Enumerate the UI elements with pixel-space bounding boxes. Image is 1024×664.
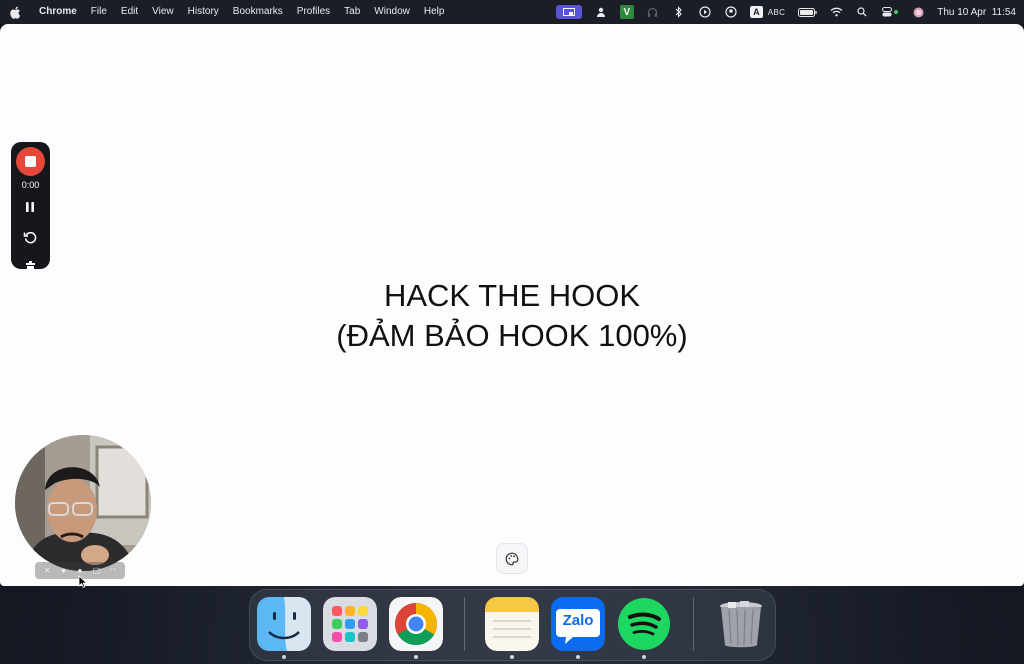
v-app-icon[interactable]: V	[619, 5, 634, 19]
battery-icon[interactable]	[797, 5, 817, 19]
dock-running-indicator	[282, 655, 286, 659]
menu-tab[interactable]: Tab	[337, 0, 367, 24]
control-center-icon[interactable]	[881, 5, 899, 19]
dock-finder-icon[interactable]	[257, 597, 311, 651]
menu-window[interactable]: Window	[367, 0, 417, 24]
dock-running-indicator	[414, 655, 418, 659]
recording-timer: 0:00	[21, 180, 40, 190]
webcam-size-small-icon[interactable]: ●	[60, 566, 68, 575]
menu-bookmarks[interactable]: Bookmarks	[226, 0, 290, 24]
spotlight-search-icon[interactable]	[855, 5, 869, 19]
browser-page: HACK THE HOOK (ĐẢM BẢO HOOK 100%)	[0, 24, 1024, 586]
webcam-person-icon[interactable]: ◠	[109, 566, 117, 575]
menu-app-name[interactable]: Chrome	[32, 0, 84, 24]
bluetooth-icon[interactable]	[672, 5, 686, 19]
menu-bar: Chrome File Edit View History Bookmarks …	[0, 0, 1024, 24]
input-source[interactable]: A ABC	[749, 6, 786, 18]
webcam-fullscreen-icon[interactable]: ▢	[92, 566, 101, 575]
menu-help[interactable]: Help	[417, 0, 452, 24]
dock-notes-icon[interactable]	[485, 597, 539, 651]
dock-spotify-icon[interactable]	[617, 597, 671, 651]
input-source-badge: A	[749, 6, 763, 18]
user-icon[interactable]	[594, 5, 608, 19]
slide-title-line-2: (ĐẢM BẢO HOOK 100%)	[336, 318, 688, 353]
now-playing-icon[interactable]	[698, 5, 712, 19]
dock-chrome-icon[interactable]	[389, 597, 443, 651]
webcam-size-large-icon[interactable]: ●	[76, 566, 84, 575]
delete-recording-icon[interactable]	[24, 260, 37, 269]
menu-edit[interactable]: Edit	[114, 0, 145, 24]
palette-button[interactable]	[496, 543, 528, 574]
palette-icon	[505, 552, 519, 565]
apple-menu-icon[interactable]	[8, 5, 22, 19]
close-webcam-icon[interactable]: ✕	[43, 566, 51, 575]
dock-running-indicator	[642, 655, 646, 659]
restart-icon[interactable]	[23, 230, 38, 245]
webcam-bubble[interactable]	[15, 435, 151, 571]
menu-file[interactable]: File	[84, 0, 114, 24]
dock-running-indicator	[576, 655, 580, 659]
stop-recording-button[interactable]	[16, 147, 45, 176]
dock-separator	[464, 597, 465, 651]
dock-running-indicator	[510, 655, 514, 659]
screen-mirroring-icon[interactable]	[555, 5, 582, 19]
dock-trash-icon[interactable]	[714, 597, 768, 651]
account-circle-icon[interactable]	[724, 5, 738, 19]
menu-profiles[interactable]: Profiles	[290, 0, 337, 24]
dock-zalo-icon[interactable]: Zalo	[551, 597, 605, 651]
headphones-icon[interactable]	[646, 5, 660, 19]
dock-separator	[693, 597, 694, 651]
mouse-cursor-icon	[78, 575, 88, 588]
menu-history[interactable]: History	[181, 0, 226, 24]
screen-recorder-panel: 0:00	[11, 142, 50, 269]
stop-icon	[25, 156, 36, 167]
webcam-feed	[15, 435, 151, 571]
input-source-label: ABC	[767, 7, 786, 17]
menubar-clock[interactable]: Thu 10 Apr 11:54	[937, 7, 1016, 18]
wifi-icon[interactable]	[829, 5, 843, 19]
siri-icon[interactable]	[911, 5, 925, 19]
pause-icon[interactable]	[23, 199, 37, 215]
zalo-label: Zalo	[562, 612, 594, 629]
slide-title: HACK THE HOOK (ĐẢM BẢO HOOK 100%)	[0, 276, 1024, 356]
slide-title-line-1: HACK THE HOOK	[383, 278, 641, 313]
menu-view[interactable]: View	[145, 0, 181, 24]
dock-launchpad-icon[interactable]	[323, 597, 377, 651]
